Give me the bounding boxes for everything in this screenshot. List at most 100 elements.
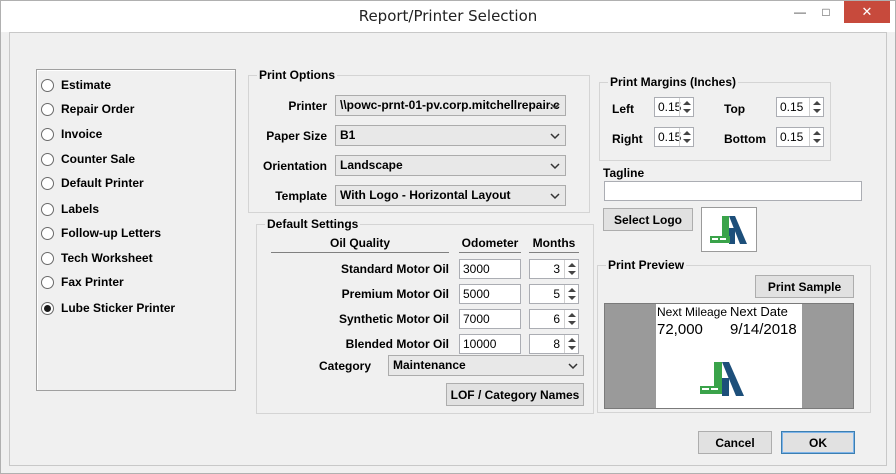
print-options-legend: Print Options: [257, 68, 337, 82]
spinner-arrows-icon[interactable]: [809, 128, 823, 146]
tagline-input[interactable]: [604, 181, 862, 201]
months-spinner[interactable]: 6: [529, 309, 579, 329]
spinner-arrows-icon[interactable]: [679, 128, 693, 146]
margin-bottom-label: Bottom: [724, 132, 766, 146]
spinner-arrows-icon[interactable]: [564, 260, 578, 278]
radio-button-icon[interactable]: [41, 127, 54, 141]
minimize-icon[interactable]: —: [787, 1, 813, 23]
radio-button-icon[interactable]: [41, 152, 54, 166]
radio-button-icon[interactable]: [41, 102, 54, 116]
spinner-arrows-icon[interactable]: [679, 98, 693, 116]
radio-button-icon[interactable]: [41, 176, 54, 190]
months-spinner[interactable]: 3: [529, 259, 579, 279]
radio-button-icon[interactable]: [41, 301, 54, 315]
margin-top-spinner[interactable]: 0.15: [776, 97, 824, 117]
report-type-label: Labels: [61, 202, 100, 216]
odometer-input[interactable]: 10000: [459, 334, 521, 354]
default-settings-legend: Default Settings: [265, 217, 361, 231]
spinner-arrows-icon[interactable]: [564, 285, 578, 303]
spinner-arrows-icon[interactable]: [809, 98, 823, 116]
shop-logo-icon: [710, 216, 747, 244]
template-select[interactable]: With Logo - Horizontal Layout: [335, 185, 566, 206]
report-type-option[interactable]: Counter Sale: [41, 151, 135, 167]
paper-size-value: B1: [340, 128, 356, 142]
report-type-label: Follow-up Letters: [61, 226, 161, 240]
ok-button[interactable]: OK: [781, 431, 855, 454]
radio-button-icon[interactable]: [41, 226, 54, 240]
months-value: 5: [553, 287, 560, 301]
odometer-input[interactable]: 5000: [459, 284, 521, 304]
print-options-group: Print Options Printer \\powc-prnt-01-pv.…: [248, 68, 590, 213]
next-date-value: 9/14/2018: [730, 321, 797, 338]
select-logo-button[interactable]: Select Logo: [603, 208, 693, 231]
report-type-label: Counter Sale: [61, 152, 136, 166]
sticker-preview: Next Mileage 72,000 Next Date 9/14/2018: [656, 304, 802, 408]
chevron-down-icon: [550, 163, 560, 170]
odometer-input[interactable]: 7000: [459, 309, 521, 329]
maximize-icon[interactable]: □: [813, 1, 839, 23]
lof-category-names-button[interactable]: LOF / Category Names: [446, 383, 584, 406]
spinner-arrows-icon[interactable]: [564, 310, 578, 328]
spinner-arrows-icon[interactable]: [564, 335, 578, 353]
report-type-option[interactable]: Lube Sticker Printer: [41, 300, 175, 316]
report-type-label: Repair Order: [61, 102, 135, 116]
chevron-down-icon: [550, 133, 560, 140]
report-type-option[interactable]: Estimate: [41, 77, 111, 93]
next-mileage-label: Next Mileage: [657, 305, 728, 319]
chevron-down-icon: [550, 103, 560, 110]
radio-button-icon[interactable]: [41, 275, 54, 289]
category-select[interactable]: Maintenance: [388, 355, 584, 376]
print-margins-group: Print Margins (Inches) Left 0.15 Top 0.1…: [599, 75, 831, 161]
print-margins-legend: Print Margins (Inches): [608, 75, 739, 89]
report-type-option[interactable]: Default Printer: [41, 175, 144, 191]
report-type-option[interactable]: Invoice: [41, 126, 102, 142]
dialog-body: Estimate Repair Order Invoice Counter Sale D…: [9, 32, 887, 466]
print-preview-legend: Print Preview: [606, 258, 687, 272]
report-type-option[interactable]: Repair Order: [41, 101, 134, 117]
report-type-label: Estimate: [61, 78, 112, 92]
margin-bottom-value: 0.15: [780, 130, 804, 144]
radio-button-icon[interactable]: [41, 202, 54, 216]
margin-right-spinner[interactable]: 0.15: [654, 127, 694, 147]
oil-type-label: Premium Motor Oil: [341, 287, 449, 301]
paper-size-label: Paper Size: [266, 129, 327, 143]
months-value: 8: [553, 337, 560, 351]
printer-value: \\powc-prnt-01-pv.corp.mitchellrepair.c: [340, 98, 560, 112]
report-type-option[interactable]: Follow-up Letters: [41, 225, 161, 241]
oil-type-label: Blended Motor Oil: [345, 337, 449, 351]
cancel-button[interactable]: Cancel: [698, 431, 772, 454]
title-bar: Report/Printer Selection — □ ✕: [1, 1, 895, 32]
report-type-option[interactable]: Fax Printer: [41, 274, 124, 290]
printer-label: Printer: [288, 99, 327, 113]
months-spinner[interactable]: 8: [529, 334, 579, 354]
print-sample-button[interactable]: Print Sample: [755, 275, 854, 298]
radio-button-icon[interactable]: [41, 78, 54, 92]
margin-bottom-spinner[interactable]: 0.15: [776, 127, 824, 147]
margin-top-value: 0.15: [780, 100, 804, 114]
margin-left-spinner[interactable]: 0.15: [654, 97, 694, 117]
report-type-label: Lube Sticker Printer: [61, 301, 176, 315]
orientation-select[interactable]: Landscape: [335, 155, 566, 176]
template-value: With Logo - Horizontal Layout: [340, 188, 511, 202]
margin-left-value: 0.15: [658, 100, 682, 114]
report-type-option[interactable]: Tech Worksheet: [41, 250, 153, 266]
oil-type-label: Synthetic Motor Oil: [338, 312, 449, 326]
radio-button-icon[interactable]: [41, 251, 54, 265]
report-type-label: Invoice: [61, 127, 103, 141]
margin-right-label: Right: [612, 132, 643, 146]
report-type-option[interactable]: Labels: [41, 201, 99, 217]
months-spinner[interactable]: 5: [529, 284, 579, 304]
printer-select[interactable]: \\powc-prnt-01-pv.corp.mitchellrepair.c: [335, 95, 566, 116]
chevron-down-icon: [550, 193, 560, 200]
orientation-value: Landscape: [340, 158, 403, 172]
report-printer-dialog: Report/Printer Selection — □ ✕ Estimate R…: [0, 0, 896, 474]
margin-right-value: 0.15: [658, 130, 682, 144]
paper-size-select[interactable]: B1: [335, 125, 566, 146]
close-icon: ✕: [861, 4, 873, 19]
report-type-list: Estimate Repair Order Invoice Counter Sale D…: [36, 69, 236, 391]
odometer-header: Odometer: [459, 236, 521, 253]
oil-type-label: Standard Motor Oil: [341, 262, 449, 276]
close-button[interactable]: ✕: [844, 1, 890, 23]
odometer-input[interactable]: 3000: [459, 259, 521, 279]
radio-selected-dot-icon: [44, 304, 51, 312]
